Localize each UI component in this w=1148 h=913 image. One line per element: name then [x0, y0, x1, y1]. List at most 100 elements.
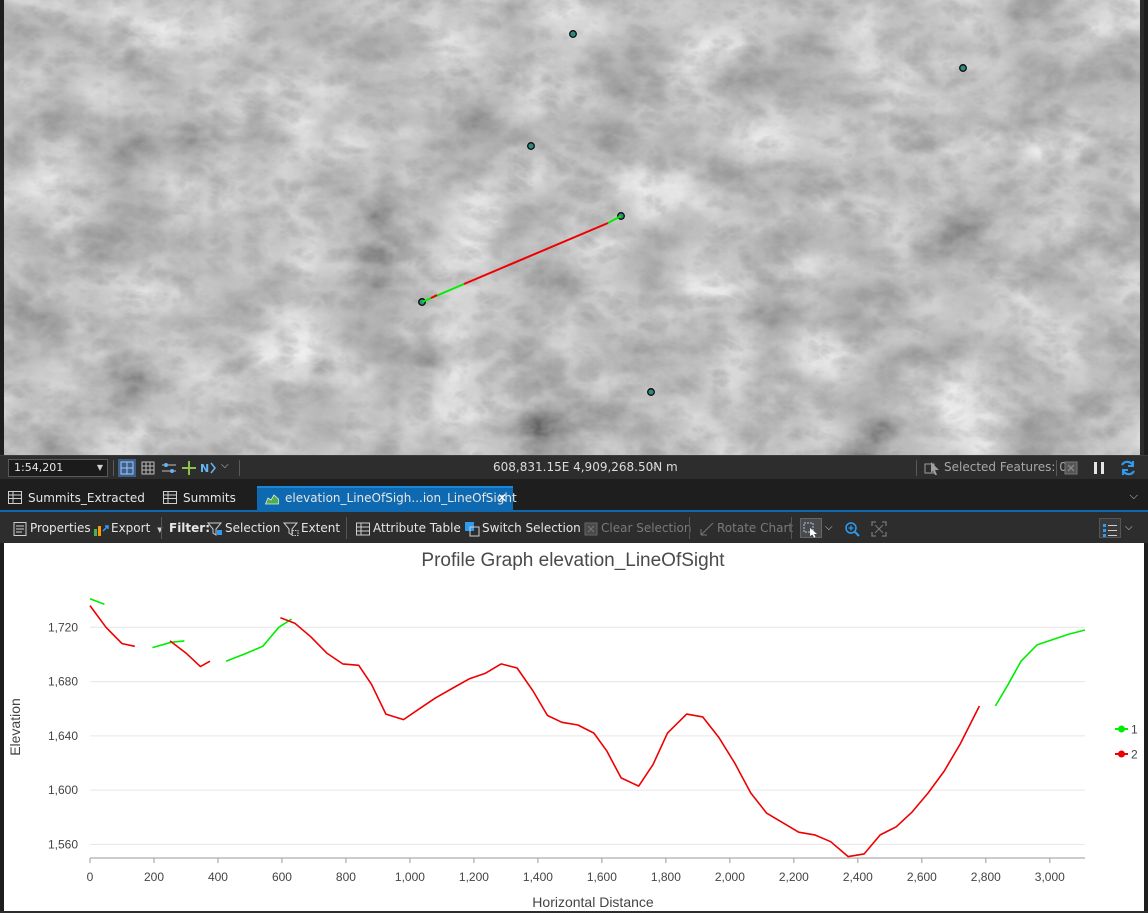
rotate-chart-label: Rotate Chart: [717, 521, 794, 535]
x-tick-label: 600: [272, 870, 292, 884]
extent-label: Extent: [301, 521, 341, 535]
select-cursor-icon: [803, 522, 817, 538]
grid-icon[interactable]: [139, 459, 157, 477]
refresh-icon[interactable]: [1119, 459, 1137, 477]
full-extent-icon: [871, 520, 887, 537]
series-1-line[interactable]: [994, 629, 1086, 707]
constraints-icon[interactable]: [160, 459, 178, 477]
svg-text:N: N: [200, 462, 209, 475]
export-icon: [94, 524, 109, 536]
tab-label: elevation_LineOfSigh...ion_LineOfSight: [285, 491, 517, 505]
legend-swatch-marker: [1118, 750, 1125, 758]
clear-selection-label: Clear Selection: [601, 521, 692, 535]
x-tick-label: 1,800: [651, 870, 681, 884]
pause-icon[interactable]: [1090, 459, 1108, 477]
table-icon: [8, 491, 22, 504]
legend-label[interactable]: 2: [1131, 748, 1138, 762]
chevron-down-icon[interactable]: ⌵: [1125, 518, 1133, 538]
switch-selection-icon: [465, 521, 480, 536]
tab-profile-graph[interactable]: elevation_LineOfSigh...ion_LineOfSight ✕: [257, 486, 517, 510]
profile-chart-panel[interactable]: Profile Graph elevation_LineOfSight Elev…: [4, 543, 1144, 911]
selection-label: Selection: [225, 521, 281, 535]
y-tick-label: 1,720: [48, 620, 78, 634]
x-tick-label: 200: [144, 870, 164, 884]
filter-extent-icon: [283, 522, 299, 536]
summit-point[interactable]: [527, 142, 535, 150]
properties-label: Properties: [30, 521, 91, 535]
clear-selection-icon: [584, 522, 598, 535]
profile-chart-icon: [265, 494, 279, 505]
x-tick-label: 2,200: [779, 870, 809, 884]
divider: [239, 460, 240, 476]
export-button[interactable]: Export ▼: [93, 518, 163, 538]
x-tick-label: 2,800: [971, 870, 1001, 884]
filter-label: Filter:: [169, 521, 211, 535]
rotate-chart-button[interactable]: Rotate Chart: [699, 518, 793, 538]
arcgis-pro-window: 1:54,201 ▼ N ⌵ 608,831.15E 4,909,268.50N…: [0, 0, 1148, 913]
filter-selection-button[interactable]: Selection: [207, 518, 280, 538]
chevron-down-icon[interactable]: ⌵: [221, 460, 229, 471]
divider: [916, 460, 917, 476]
full-extent-button[interactable]: [871, 518, 889, 538]
selected-features-count: Selected Features: 0: [944, 460, 1067, 474]
close-icon[interactable]: ✕: [497, 488, 507, 509]
zoom-in-button[interactable]: [844, 518, 862, 538]
snap-agent-icon[interactable]: [180, 459, 198, 477]
y-axis-label: Elevation: [7, 698, 23, 756]
tab-summits-extracted[interactable]: Summits_Extracted: [0, 486, 150, 510]
map-view[interactable]: [4, 0, 1144, 455]
y-tick-label: 1,680: [48, 675, 78, 689]
chevron-down-icon[interactable]: ▼: [97, 460, 103, 476]
series-2-line[interactable]: [89, 605, 135, 648]
north-arrow-icon[interactable]: N: [199, 459, 217, 477]
clear-selection-button[interactable]: Clear Selection: [583, 518, 692, 538]
x-tick-label: 1,000: [395, 870, 425, 884]
series-1-line[interactable]: [152, 640, 185, 649]
attribute-table-label: Attribute Table: [373, 521, 461, 535]
tab-summits[interactable]: Summits: [155, 486, 255, 510]
summit-point[interactable]: [569, 30, 577, 38]
legend-toggle-button[interactable]: [1099, 518, 1121, 538]
summit-point[interactable]: [647, 388, 655, 396]
scale-selector[interactable]: 1:54,201 ▼: [8, 459, 108, 477]
series-lines: [89, 598, 1086, 858]
select-tool-button[interactable]: [800, 518, 822, 538]
properties-icon: [13, 521, 27, 536]
chevron-down-icon[interactable]: ⌵: [825, 518, 833, 538]
elevation-raster-map[interactable]: [4, 0, 1144, 455]
summit-point[interactable]: [959, 64, 967, 72]
series-2-line[interactable]: [169, 640, 211, 668]
series-1-line[interactable]: [225, 618, 293, 662]
chevron-down-icon[interactable]: ⌵: [650, 459, 658, 473]
selected-features-icon[interactable]: [923, 459, 941, 477]
chevron-down-icon[interactable]: ⌵: [1130, 489, 1138, 503]
grid-lines: [90, 626, 1085, 845]
clear-selection-icon[interactable]: [1062, 459, 1080, 477]
tab-label: Summits_Extracted: [28, 491, 145, 505]
properties-button[interactable]: Properties: [12, 518, 91, 538]
filter-selection-icon: [207, 522, 223, 536]
series-1-line[interactable]: [89, 598, 105, 605]
y-tick-label: 1,600: [48, 783, 78, 797]
map-status-bar: 1:54,201 ▼ N ⌵ 608,831.15E 4,909,268.50N…: [0, 455, 1148, 479]
snapping-icon[interactable]: [118, 459, 136, 477]
zoom-in-icon: [845, 521, 860, 537]
filter-extent-button[interactable]: Extent: [283, 518, 340, 538]
divider: [1056, 460, 1057, 476]
legend-label[interactable]: 1: [1131, 723, 1138, 737]
x-tick-label: 2,600: [907, 870, 937, 884]
table-icon: [356, 522, 370, 535]
scale-value: 1:54,201: [14, 461, 64, 474]
profile-graph-chart[interactable]: Profile Graph elevation_LineOfSight Elev…: [4, 543, 1144, 911]
legend[interactable]: 12: [1115, 723, 1138, 762]
view-tab-bar: Summits_Extracted Summits elevation_Line…: [0, 486, 1148, 510]
x-tick-label: 3,000: [1035, 870, 1065, 884]
switch-selection-button[interactable]: Switch Selection: [464, 518, 581, 538]
attribute-table-button[interactable]: Attribute Table: [355, 518, 461, 538]
x-tick-label: 2,400: [843, 870, 873, 884]
rotate-chart-icon: [700, 522, 714, 535]
series-2-line[interactable]: [280, 617, 981, 858]
chart-toolbar: Properties Export ▼ Filter: Selection Ex…: [0, 510, 1148, 543]
y-tick-label: 1,640: [48, 729, 78, 743]
divider: [161, 517, 162, 539]
